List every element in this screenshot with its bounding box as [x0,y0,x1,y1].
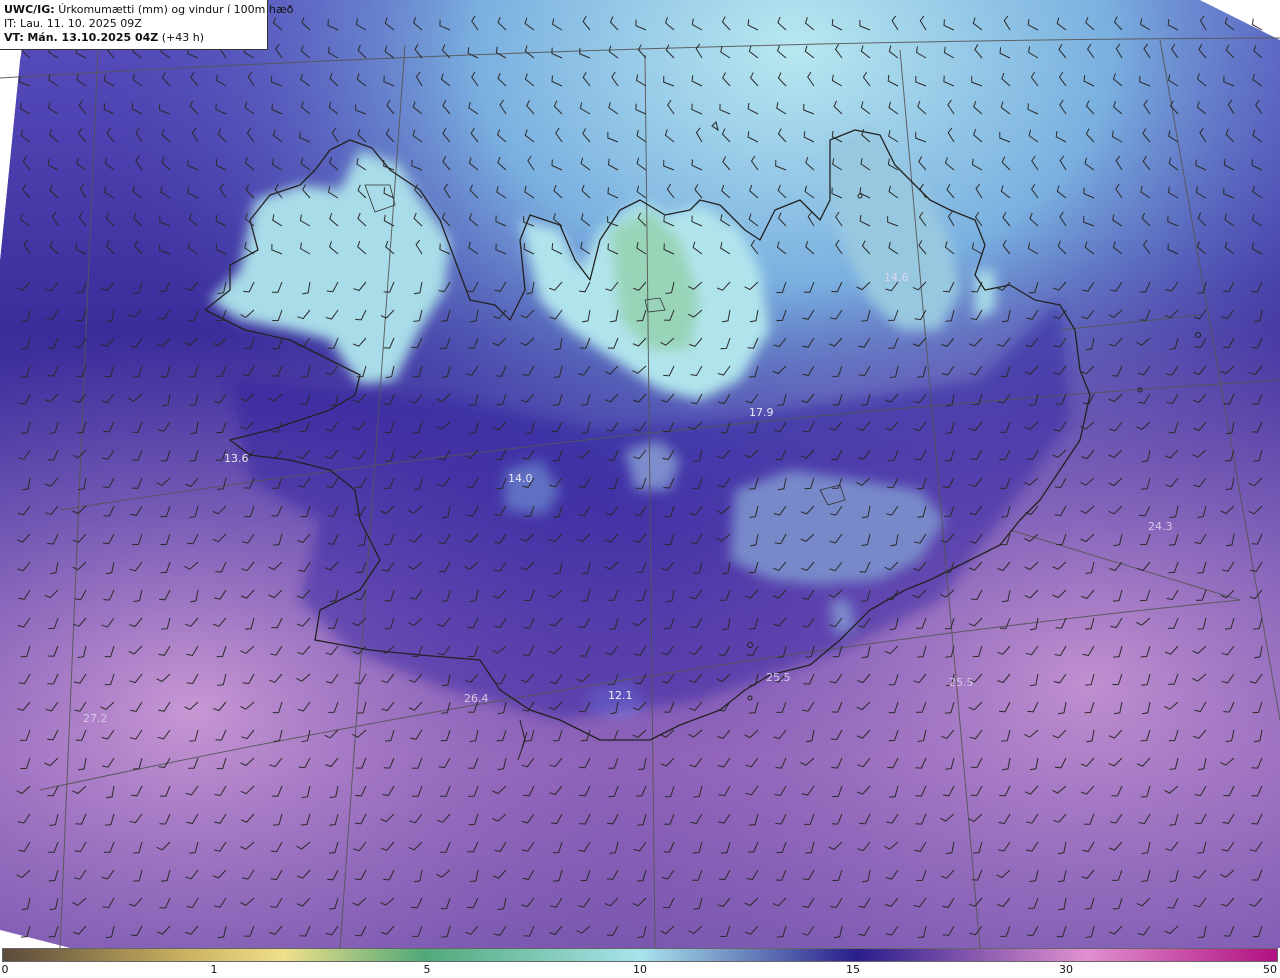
value-label: 25.5 [949,676,974,689]
value-label: 26.4 [464,692,489,705]
colorbar: 0 1 5 10 15 30 50 [0,948,1280,978]
model-label: UWC/IG: [4,3,55,16]
valid-time: Mán. 13.10.2025 04Z [27,31,159,44]
colorbar-tick: 1 [210,963,218,976]
colorbar-tick: 50 [1263,963,1277,976]
lead-time: (+43 h) [161,31,205,44]
value-label: 12.1 [608,689,633,702]
colorbar-tick: 0 [1,963,9,976]
colorbar-tick: 15 [846,963,860,976]
value-label: 14.0 [508,472,533,485]
initial-time: Lau. 11. 10. 2025 09Z [19,17,142,30]
initial-time-label: IT: [4,17,17,30]
valid-time-label: VT: [4,31,24,44]
colorbar-tick: 5 [423,963,431,976]
weather-map: 13.6 17.9 14.0 14.6 12.1 24.3 25.5 25.5 … [0,0,1280,948]
value-label: 27.2 [83,712,108,725]
map-title: Úrkomumætti (mm) og vindur í 100m hæð [58,3,294,16]
colorbar-strip [2,948,1278,962]
colorbar-tick: 10 [633,963,647,976]
map-header: UWC/IG: Úrkomumætti (mm) og vindur í 100… [0,0,293,50]
value-label: 13.6 [224,452,249,465]
value-label: 17.9 [749,406,774,419]
colorbar-tick: 30 [1059,963,1073,976]
value-label: 24.3 [1148,520,1173,533]
value-label: 14.6 [884,271,909,284]
value-label: 25.5 [766,671,791,684]
